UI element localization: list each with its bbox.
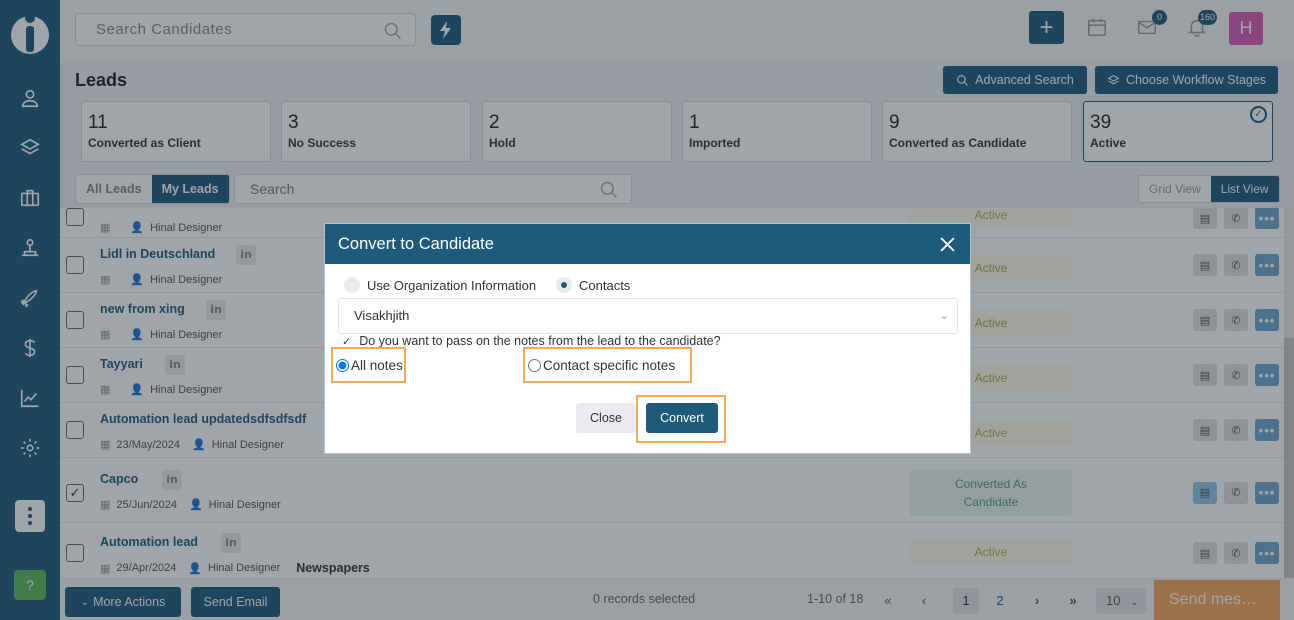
radio-use-organization[interactable]: Use Organization Information (344, 277, 536, 293)
radio-label: Use Organization Information (367, 277, 537, 293)
convert-highlight: Convert (636, 395, 726, 443)
notes-question-text: Do you want to pass on the notes from th… (359, 334, 721, 348)
check-icon: ✓ (342, 335, 352, 348)
all-notes-option[interactable]: All notes (331, 347, 406, 383)
dialog-title: Convert to Candidate (338, 235, 494, 253)
radio-contacts[interactable]: Contacts (556, 277, 630, 293)
radio-circle-selected (556, 277, 572, 293)
all-notes-label: All notes (351, 357, 403, 373)
contact-notes-label: Contact specific notes (543, 357, 676, 373)
radio-circle (344, 277, 360, 293)
contact-notes-radio[interactable] (528, 358, 541, 372)
dialog-header: Convert to Candidate (325, 224, 970, 264)
contact-notes-option[interactable]: Contact specific notes (523, 347, 692, 383)
notes-question: ✓ Do you want to pass on the notes from … (342, 334, 721, 348)
convert-to-candidate-dialog: Convert to Candidate Use Organization In… (324, 223, 971, 454)
all-notes-radio[interactable] (336, 358, 349, 372)
convert-button[interactable]: Convert (646, 403, 718, 433)
close-button[interactable]: Close (576, 403, 636, 433)
selected-contact: Visakhjith (354, 308, 410, 323)
chevron-down-icon: ⌄ (939, 310, 949, 322)
radio-label: Contacts (579, 277, 631, 293)
contact-select[interactable]: Visakhjith ⌄ (338, 298, 958, 334)
close-icon[interactable] (939, 236, 956, 253)
